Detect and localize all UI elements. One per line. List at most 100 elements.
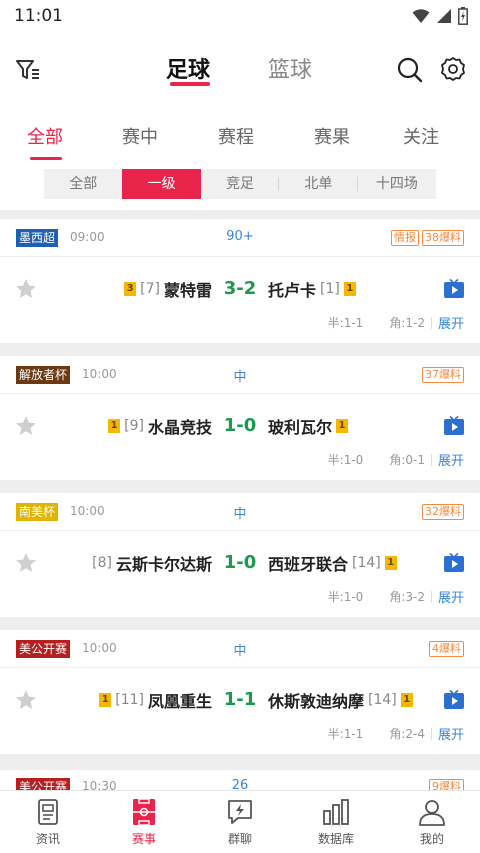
league-badge[interactable]: 墨西超 bbox=[16, 229, 59, 247]
tab-live[interactable]: 赛中 bbox=[122, 123, 158, 149]
match-stats: 半:1-0 角:3-2 展开 bbox=[328, 587, 464, 606]
corner-score: 角:0-1 bbox=[389, 453, 425, 467]
live-video-icon[interactable] bbox=[444, 279, 464, 299]
level-tab-label: 一级 bbox=[147, 176, 176, 192]
nav-label: 数据库 bbox=[317, 832, 354, 846]
database-icon bbox=[323, 799, 349, 825]
level-tab-beidan[interactable]: 北单 bbox=[279, 169, 358, 199]
match-stats: 半:1-1 角:2-4 展开 bbox=[328, 724, 464, 743]
match-score: 1-0 bbox=[223, 552, 257, 573]
team-name: 水晶竞技 bbox=[147, 418, 212, 437]
chat-icon bbox=[228, 800, 252, 824]
gear-icon[interactable] bbox=[440, 56, 466, 82]
team-rank: [14] bbox=[352, 555, 381, 571]
match-score: 3-2 bbox=[223, 278, 257, 299]
signal-icon bbox=[437, 9, 451, 23]
match-tags: 4爆料 bbox=[429, 641, 464, 657]
status-icons bbox=[412, 7, 468, 25]
bottom-nav: 资讯 赛事 群聊 数据库 我的 bbox=[0, 790, 480, 853]
home-team[interactable]: [8] 云斯卡尔达斯 bbox=[92, 551, 212, 575]
match-card[interactable]: 南美杯 10:00 中 32爆料 [8] 云斯卡尔达斯 1-0 西班牙联合 [1… bbox=[0, 493, 480, 617]
tab-basketball[interactable]: 篮球 bbox=[268, 52, 312, 84]
team-name: 玻利瓦尔 bbox=[268, 418, 333, 437]
tips-tag[interactable]: 37爆料 bbox=[422, 367, 464, 383]
level-tab-all[interactable]: 全部 bbox=[44, 169, 122, 199]
divider bbox=[430, 590, 432, 603]
match-time: 10:00 bbox=[82, 641, 117, 655]
tab-all[interactable]: 全部 bbox=[27, 123, 63, 149]
match-card[interactable]: 解放者杯 10:00 中 37爆料 1 [9] 水晶竞技 1-0 玻利瓦尔 1 … bbox=[0, 356, 480, 480]
away-team[interactable]: 西班牙联合 [14] 1 bbox=[268, 551, 397, 575]
star-icon[interactable] bbox=[14, 688, 38, 712]
team-name: 休斯敦迪纳摩 bbox=[268, 692, 365, 711]
level-badge: 1 bbox=[384, 556, 397, 570]
level-tab-first[interactable]: 一级 bbox=[122, 169, 201, 199]
corner-score: 角:3-2 bbox=[389, 590, 425, 604]
star-icon[interactable] bbox=[14, 277, 38, 301]
level-badge: 1 bbox=[343, 282, 356, 296]
level-tab-14[interactable]: 十四场 bbox=[358, 169, 436, 199]
filter-icon[interactable] bbox=[14, 56, 42, 84]
level-filter-bar: 全部 一级 竞足 北单 十四场 bbox=[0, 164, 480, 210]
battery-icon bbox=[458, 7, 468, 25]
home-team[interactable]: 1 [9] 水晶竞技 bbox=[108, 414, 212, 438]
tab-football[interactable]: 足球 bbox=[166, 52, 210, 84]
team-name: 蒙特雷 bbox=[163, 281, 212, 300]
league-badge[interactable]: 解放者杯 bbox=[16, 366, 71, 384]
expand-button[interactable]: 展开 bbox=[438, 587, 464, 606]
match-stats: 半:1-1 角:1-2 展开 bbox=[328, 313, 464, 332]
match-status: 中 bbox=[233, 370, 247, 385]
half-score: 半:1-0 bbox=[327, 453, 364, 467]
nav-chat[interactable]: 群聊 bbox=[192, 791, 288, 853]
status-bar: 11:01 bbox=[0, 0, 480, 32]
expand-button[interactable]: 展开 bbox=[438, 724, 464, 743]
league-badge[interactable]: 美公开赛 bbox=[16, 640, 71, 658]
match-card[interactable]: 美公开赛 10:00 中 4爆料 1 [11] 凤凰重生 1-1 休斯敦迪纳摩 … bbox=[0, 630, 480, 754]
nav-news[interactable]: 资讯 bbox=[0, 791, 96, 853]
tips-tag[interactable]: 4爆料 bbox=[429, 641, 464, 657]
tab-results[interactable]: 赛果 bbox=[314, 123, 350, 149]
home-team[interactable]: 1 [11] 凤凰重生 bbox=[99, 688, 212, 712]
nav-label: 资讯 bbox=[35, 832, 60, 846]
match-status: 中 bbox=[233, 507, 247, 522]
corner-score: 角:1-2 bbox=[389, 316, 425, 330]
live-video-icon[interactable] bbox=[444, 416, 464, 436]
away-team[interactable]: 玻利瓦尔 1 bbox=[268, 414, 349, 438]
team-rank: [14] bbox=[368, 692, 397, 708]
star-icon[interactable] bbox=[14, 414, 38, 438]
expand-button[interactable]: 展开 bbox=[438, 450, 464, 469]
user-icon bbox=[419, 800, 445, 826]
match-card-header: 解放者杯 10:00 中 37爆料 bbox=[0, 356, 480, 394]
tips-tag[interactable]: 32爆料 bbox=[422, 504, 464, 520]
news-icon bbox=[38, 799, 58, 825]
nav-database[interactable]: 数据库 bbox=[288, 791, 384, 853]
team-rank: [7] bbox=[140, 281, 160, 297]
match-time: 10:00 bbox=[70, 504, 105, 518]
level-tab-label: 竞足 bbox=[226, 176, 255, 192]
nav-label: 赛事 bbox=[131, 832, 156, 846]
league-badge[interactable]: 南美杯 bbox=[16, 503, 59, 521]
nav-matches[interactable]: 赛事 bbox=[96, 791, 192, 853]
live-video-icon[interactable] bbox=[444, 690, 464, 710]
level-badge: 1 bbox=[400, 693, 413, 707]
match-card[interactable]: 墨西超 09:00 90+ 情报 38爆料 3 [7] 蒙特雷 3-2 托卢卡 … bbox=[0, 219, 480, 343]
tab-schedule[interactable]: 赛程 bbox=[218, 123, 254, 149]
team-name: 托卢卡 bbox=[268, 281, 317, 300]
half-score: 半:1-1 bbox=[327, 727, 364, 741]
corner-score: 角:2-4 bbox=[389, 727, 425, 741]
level-tab-jingzu[interactable]: 竞足 bbox=[201, 169, 280, 199]
intel-tag[interactable]: 情报 bbox=[391, 230, 419, 246]
tips-tag[interactable]: 38爆料 bbox=[422, 230, 464, 246]
away-team[interactable]: 托卢卡 [1] 1 bbox=[268, 277, 356, 301]
tab-following[interactable]: 关注 bbox=[403, 123, 439, 149]
expand-button[interactable]: 展开 bbox=[438, 313, 464, 332]
match-tags: 情报 38爆料 bbox=[391, 230, 464, 246]
live-video-icon[interactable] bbox=[444, 553, 464, 573]
team-name: 云斯卡尔达斯 bbox=[115, 555, 212, 574]
home-team[interactable]: 3 [7] 蒙特雷 bbox=[124, 277, 212, 301]
team-name: 凤凰重生 bbox=[147, 692, 212, 711]
star-icon[interactable] bbox=[14, 551, 38, 575]
away-team[interactable]: 休斯敦迪纳摩 [14] 1 bbox=[268, 688, 413, 712]
search-icon[interactable] bbox=[396, 56, 424, 84]
nav-profile[interactable]: 我的 bbox=[384, 791, 480, 853]
